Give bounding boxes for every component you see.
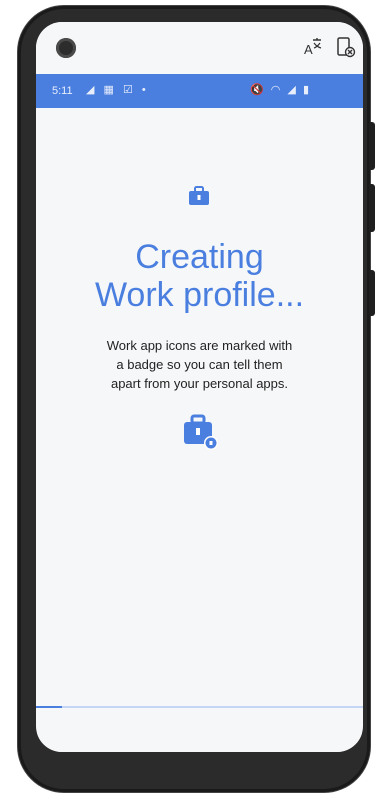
description: Work app icons are marked with a badge s…	[76, 336, 323, 393]
progress-fill	[36, 706, 63, 708]
power-button	[369, 270, 375, 316]
navigation-area	[36, 733, 363, 752]
svg-text:A: A	[304, 42, 313, 57]
briefcase-icon	[188, 186, 210, 211]
device-top-bar: A	[36, 22, 363, 74]
progress-bar	[36, 706, 363, 708]
status-time: 5:11	[52, 85, 73, 97]
volume-down-button	[369, 184, 375, 232]
briefcase-badge-icon	[182, 414, 220, 455]
status-bar: 5:11 ◢ ▦ ☑ • 🔇 ◠ ◢ ▮	[36, 74, 363, 108]
system-status-icons: 🔇 ◠ ◢ ▮	[250, 84, 311, 96]
description-line-3: apart from your personal apps.	[110, 376, 289, 391]
description-line-2: a badge so you can tell them	[116, 357, 283, 372]
title-line-1: Creating	[135, 238, 264, 276]
screen: A 5:11 ◢ ▦ ☑ • 🔇 ◠ ◢ ▮ Creating Work pro…	[36, 22, 363, 752]
main-content: Creating Work profile... Work app icons …	[36, 108, 363, 752]
front-camera-icon	[56, 38, 76, 58]
phone-app-icon[interactable]	[334, 36, 356, 58]
translate-icon[interactable]: A	[302, 36, 324, 58]
notification-icons: ◢ ▦ ☑ •	[86, 84, 149, 96]
page-title: Creating Work profile...	[36, 238, 363, 314]
volume-up-button	[369, 122, 375, 170]
description-line-1: Work app icons are marked with	[106, 338, 293, 353]
title-line-2: Work profile...	[94, 276, 305, 314]
